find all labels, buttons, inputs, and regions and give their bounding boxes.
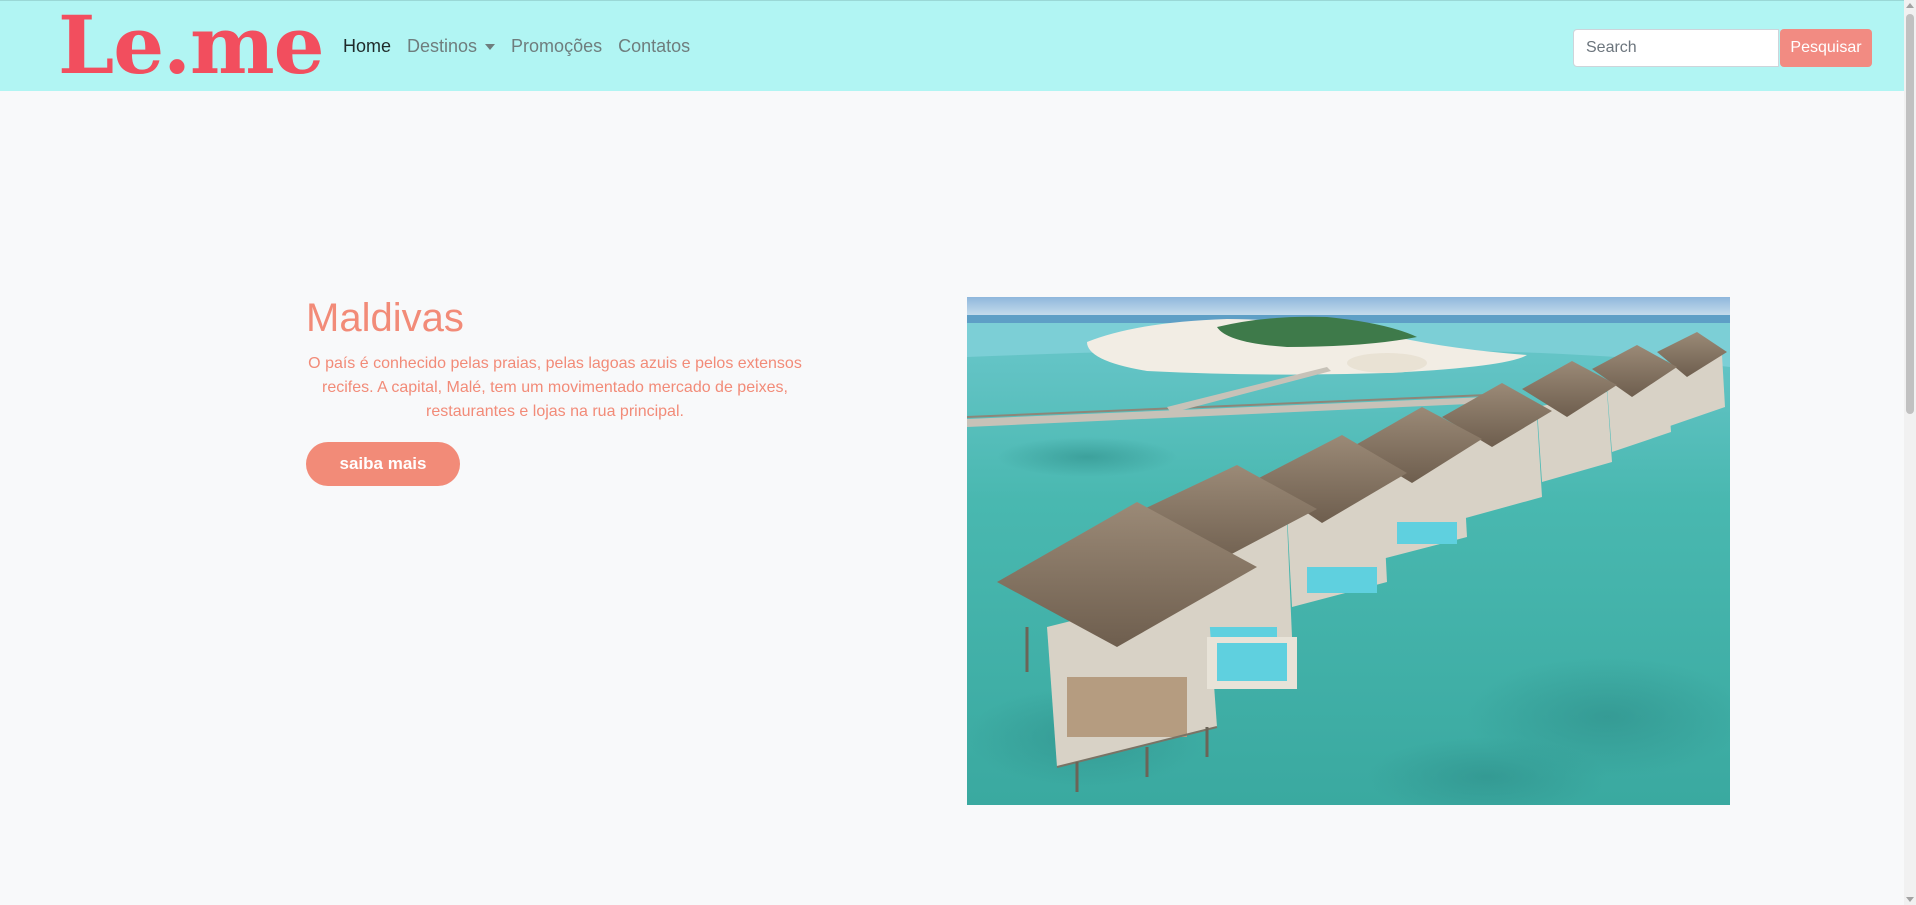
nav-link-promocoes-label: Promoções: [511, 36, 603, 56]
scrollbar-thumb[interactable]: [1906, 14, 1914, 414]
nav-link-home-label: Home: [343, 36, 392, 56]
scroll-down-icon[interactable]: [1906, 897, 1914, 902]
navbar: Le.me Home Destinos Promoções Contatos P…: [0, 0, 1904, 91]
nav-link-contatos-label: Contatos: [618, 36, 691, 56]
scroll-up-icon[interactable]: [1906, 3, 1914, 8]
hero-title: Maldivas: [306, 296, 464, 340]
nav-link-contatos[interactable]: Contatos: [610, 36, 698, 57]
nav-link-promocoes[interactable]: Promoções: [503, 36, 610, 57]
nav-link-home[interactable]: Home: [343, 36, 399, 57]
search-input[interactable]: [1573, 29, 1779, 67]
brand-logo[interactable]: Le.me: [58, 1, 325, 92]
caret-down-icon: [485, 43, 496, 50]
page: Le.me Home Destinos Promoções Contatos P…: [0, 0, 1916, 905]
hero-description: O país é conhecido pelas praias, pelas l…: [308, 355, 802, 420]
nav-link-destinos[interactable]: Destinos: [399, 36, 503, 57]
scrollbar[interactable]: [1904, 0, 1916, 905]
nav-links: Home Destinos Promoções Contatos: [343, 1, 698, 92]
saiba-mais-button[interactable]: saiba mais: [306, 442, 460, 486]
hero-image: [967, 297, 1730, 805]
maldives-resort-illustration: [967, 297, 1730, 805]
search-button[interactable]: Pesquisar: [1780, 29, 1872, 67]
nav-link-destinos-label: Destinos: [407, 36, 478, 56]
